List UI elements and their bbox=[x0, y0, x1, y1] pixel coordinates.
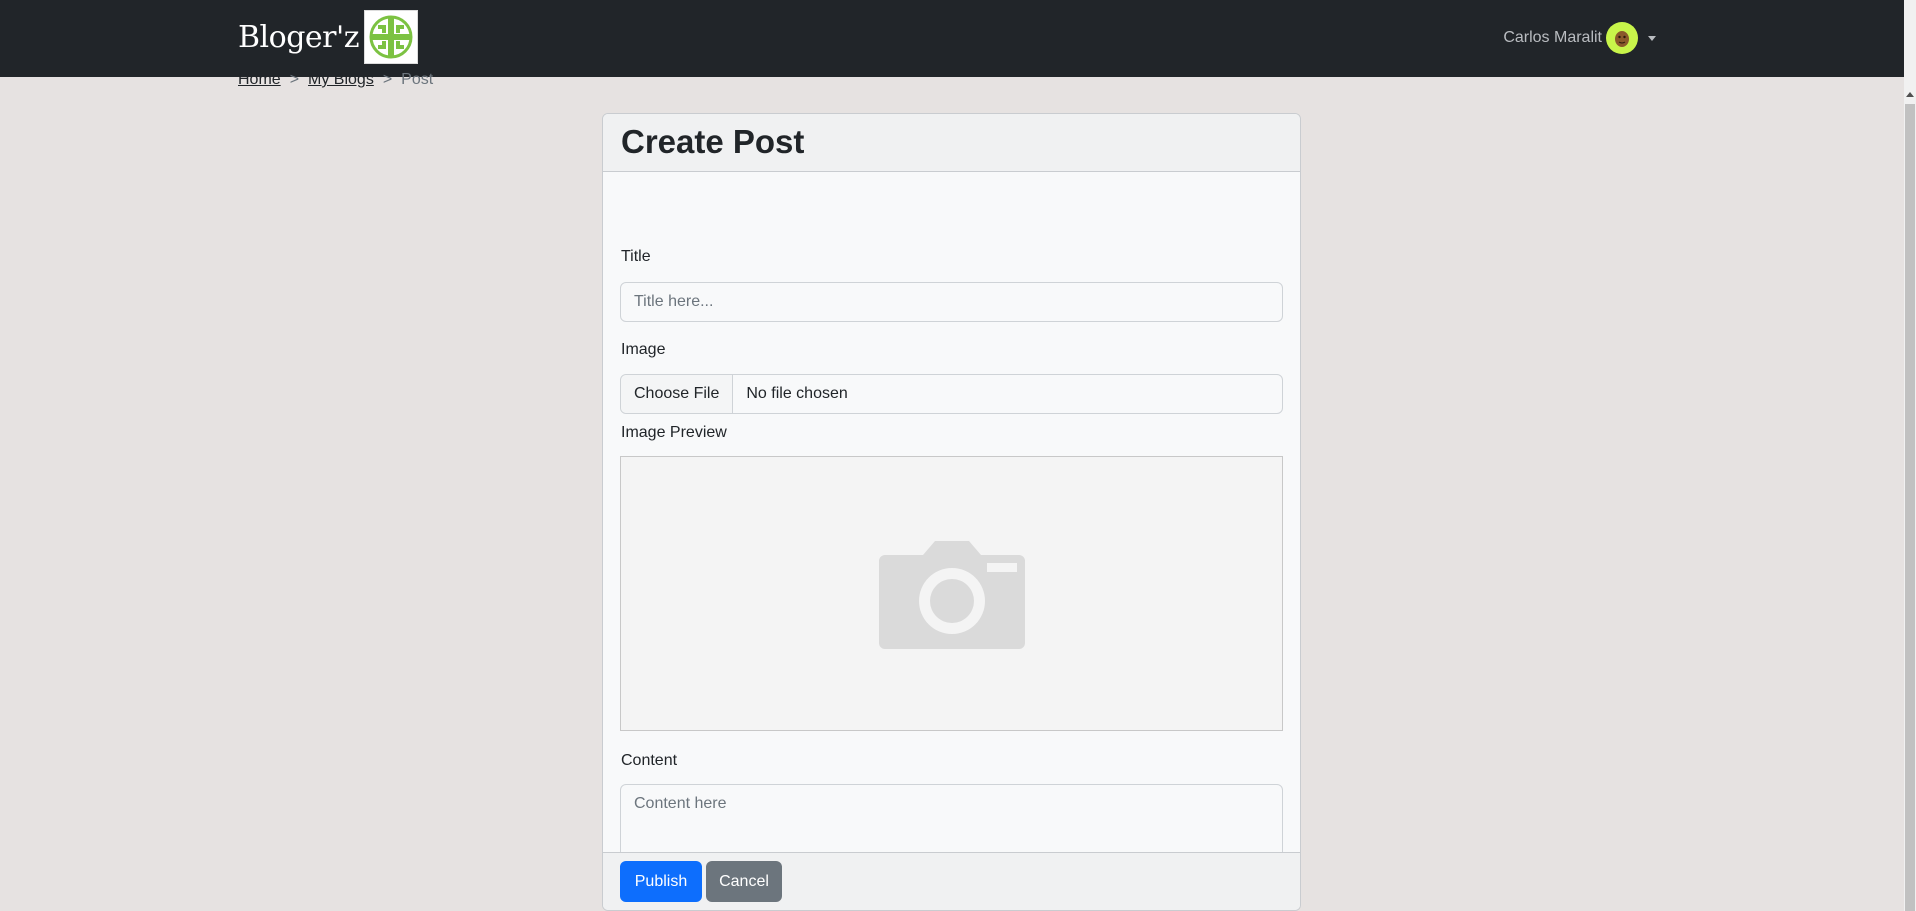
content-placeholder: Content here bbox=[634, 795, 727, 812]
create-post-card: Create Post Title Title here... Image Ch… bbox=[602, 113, 1301, 911]
brand-link[interactable]: Bloger'z bbox=[238, 10, 419, 64]
page-scrollbar[interactable] bbox=[1904, 0, 1916, 911]
brand-name: Bloger'z bbox=[238, 19, 360, 55]
scroll-thumb[interactable] bbox=[1905, 104, 1915, 911]
scroll-up-arrow-icon[interactable] bbox=[1906, 92, 1914, 97]
content-label: Content bbox=[621, 752, 678, 769]
card-body: Title Title here... Image Choose File No… bbox=[603, 172, 1300, 875]
top-navbar: Bloger'z Carlos Maralit bbox=[0, 0, 1904, 77]
cancel-button[interactable]: Cancel bbox=[706, 861, 782, 902]
page-title: Create Post bbox=[621, 123, 805, 160]
choose-file-button[interactable]: Choose File bbox=[621, 375, 734, 413]
user-dropdown[interactable]: Carlos Maralit bbox=[1503, 20, 1656, 56]
breadcrumb-separator: > bbox=[289, 71, 300, 88]
user-name: Carlos Maralit bbox=[1503, 29, 1602, 46]
card-header: Create Post bbox=[603, 114, 1300, 172]
card-footer: Publish Cancel bbox=[603, 852, 1300, 910]
breadcrumb: Home > My Blogs > Post bbox=[238, 71, 433, 89]
image-preview bbox=[620, 456, 1283, 731]
brand-logo-icon bbox=[364, 10, 419, 64]
user-avatar bbox=[1606, 22, 1638, 54]
image-file-input[interactable]: Choose File No file chosen bbox=[620, 374, 1283, 414]
publish-button[interactable]: Publish bbox=[620, 861, 702, 902]
image-preview-label: Image Preview bbox=[621, 424, 727, 441]
image-label: Image bbox=[621, 341, 666, 358]
file-status: No file chosen bbox=[746, 385, 848, 402]
breadcrumb-my-blogs[interactable]: My Blogs bbox=[308, 71, 374, 89]
title-label: Title bbox=[621, 248, 651, 265]
camera-icon bbox=[878, 540, 1025, 649]
title-input[interactable]: Title here... bbox=[620, 282, 1283, 322]
breadcrumb-current: Post bbox=[401, 71, 434, 88]
caret-down-icon bbox=[1648, 35, 1656, 41]
breadcrumb-home[interactable]: Home bbox=[238, 71, 281, 89]
breadcrumb-separator: > bbox=[382, 71, 393, 88]
